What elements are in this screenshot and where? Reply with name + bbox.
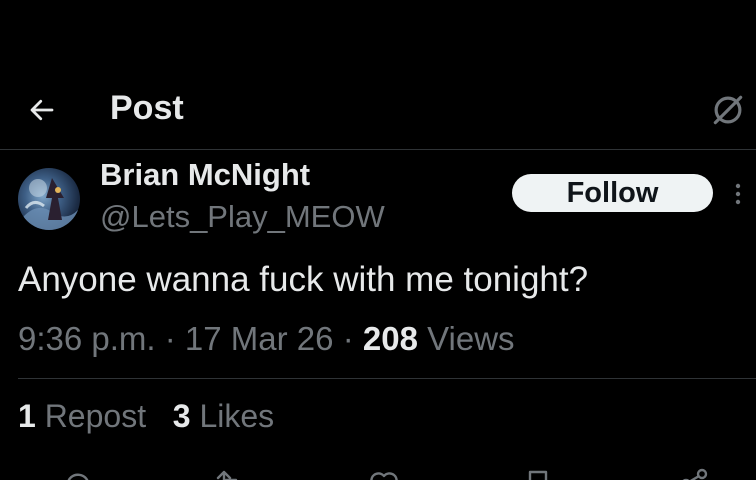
views-count: 208 (362, 320, 418, 357)
post-date[interactable]: 17 Mar 26 (185, 320, 334, 357)
grok-icon (713, 95, 743, 125)
meta-separator: · (164, 320, 176, 357)
page-title: Post (110, 89, 184, 127)
bookmark-icon[interactable] (520, 466, 556, 480)
author-display-name[interactable]: Brian McNight (100, 156, 310, 194)
likes-label: Likes (199, 398, 275, 434)
divider (18, 378, 756, 379)
grok-button[interactable] (706, 88, 750, 132)
action-bar (0, 462, 756, 480)
reposts-label: Repost (44, 398, 147, 434)
post-time[interactable]: 9:36 p.m. (18, 320, 156, 357)
back-button[interactable] (22, 90, 62, 130)
likes-count: 3 (172, 398, 191, 434)
meta-separator: · (342, 320, 354, 357)
more-options-button[interactable] (726, 174, 750, 214)
views-label: Views (427, 320, 515, 357)
top-bar: Post (0, 0, 756, 150)
avatar-art (18, 178, 78, 230)
likes-link[interactable]: 3 Likes (173, 398, 274, 434)
post-stats: 1 Repost 3 Likes (18, 396, 274, 436)
post-meta: 9:36 p.m. · 17 Mar 26 · 208 Views (18, 318, 515, 360)
reposts-link[interactable]: 1 Repost (18, 398, 146, 434)
more-vertical-icon (735, 183, 741, 205)
reposts-count: 1 (18, 398, 36, 434)
share-icon[interactable] (676, 466, 712, 480)
follow-button[interactable]: Follow (512, 174, 713, 212)
avatar[interactable] (18, 168, 80, 230)
post-text: Anyone wanna fuck with me tonight? (18, 260, 589, 299)
repost-icon[interactable] (212, 466, 248, 480)
reply-icon[interactable] (60, 466, 96, 480)
arrow-left-icon (30, 99, 54, 121)
heart-icon[interactable] (366, 466, 402, 480)
author-handle[interactable]: @Lets_Play_MEOW (100, 198, 385, 236)
